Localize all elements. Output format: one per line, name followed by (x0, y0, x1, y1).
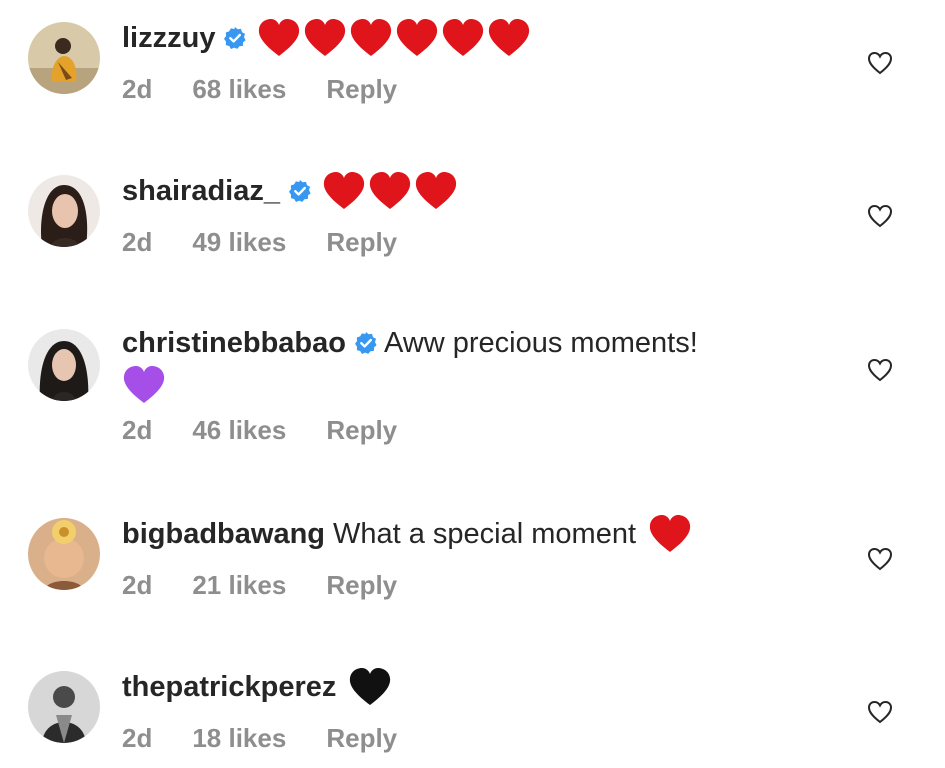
red-heart-icon (349, 18, 393, 58)
black-heart-icon (348, 667, 392, 707)
comment-row: thepatrickperez 2d 18 likes Reply (0, 667, 945, 767)
purple-heart-icon (122, 365, 166, 405)
avatar[interactable] (28, 329, 100, 401)
comment-username[interactable]: bigbadbawang (122, 516, 325, 552)
comment-likes[interactable]: 18 likes (192, 723, 286, 754)
reply-button[interactable]: Reply (326, 227, 397, 258)
comment-time: 2d (122, 723, 153, 753)
red-heart-icon (441, 18, 485, 58)
red-heart-icon (303, 18, 347, 58)
red-heart-emoji-group (257, 18, 533, 58)
reply-button[interactable]: Reply (326, 570, 397, 601)
comment-likes[interactable]: 49 likes (192, 227, 286, 258)
comment-meta: 2d 49 likes Reply (122, 227, 855, 258)
comment-username[interactable]: shairadiaz_ (122, 173, 280, 209)
comment-username[interactable]: christinebbabao (122, 325, 346, 361)
comment-row: bigbadbawang What a special moment 2d 21… (0, 514, 945, 634)
verified-badge-icon (288, 179, 312, 203)
avatar[interactable] (28, 22, 100, 94)
avatar[interactable] (28, 175, 100, 247)
comment-username[interactable]: thepatrickperez (122, 669, 336, 705)
heart-outline-icon[interactable] (867, 699, 893, 725)
comment-row: lizzzuy 2d 68 likes Reply (0, 18, 945, 138)
reply-button[interactable]: Reply (326, 415, 397, 446)
comment-meta: 2d 46 likes Reply (122, 415, 855, 446)
comment-time: 2d (122, 74, 153, 104)
verified-badge-icon (354, 331, 378, 355)
heart-outline-icon[interactable] (867, 50, 893, 76)
red-heart-icon (648, 514, 692, 554)
comment-likes[interactable]: 68 likes (192, 74, 286, 105)
comment-meta: 2d 68 likes Reply (122, 74, 855, 105)
comment-time: 2d (122, 570, 153, 600)
comment-time: 2d (122, 415, 153, 445)
reply-button[interactable]: Reply (326, 74, 397, 105)
avatar[interactable] (28, 518, 100, 590)
comment-text: What a special moment (333, 518, 637, 550)
comment-row: shairadiaz_ 2d 49 likes Reply (0, 171, 945, 291)
comment-meta: 2d 21 likes Reply (122, 570, 855, 601)
comment-username[interactable]: lizzzuy (122, 20, 215, 56)
red-heart-icon (395, 18, 439, 58)
red-heart-emoji-group (322, 171, 460, 211)
comment-likes[interactable]: 46 likes (192, 415, 286, 446)
red-heart-icon (257, 18, 301, 58)
heart-outline-icon[interactable] (867, 546, 893, 572)
heart-outline-icon[interactable] (867, 357, 893, 383)
comment-meta: 2d 18 likes Reply (122, 723, 855, 754)
red-heart-icon (368, 171, 412, 211)
red-heart-icon (322, 171, 366, 211)
heart-outline-icon[interactable] (867, 203, 893, 229)
comment-likes[interactable]: 21 likes (192, 570, 286, 601)
red-heart-icon (487, 18, 531, 58)
comment-row: christinebbabao Aww precious moments! 2d… (0, 325, 945, 465)
avatar[interactable] (28, 671, 100, 743)
reply-button[interactable]: Reply (326, 723, 397, 754)
comment-time: 2d (122, 227, 153, 257)
red-heart-icon (414, 171, 458, 211)
verified-badge-icon (223, 26, 247, 50)
comment-text: Aww precious moments! (384, 327, 698, 359)
